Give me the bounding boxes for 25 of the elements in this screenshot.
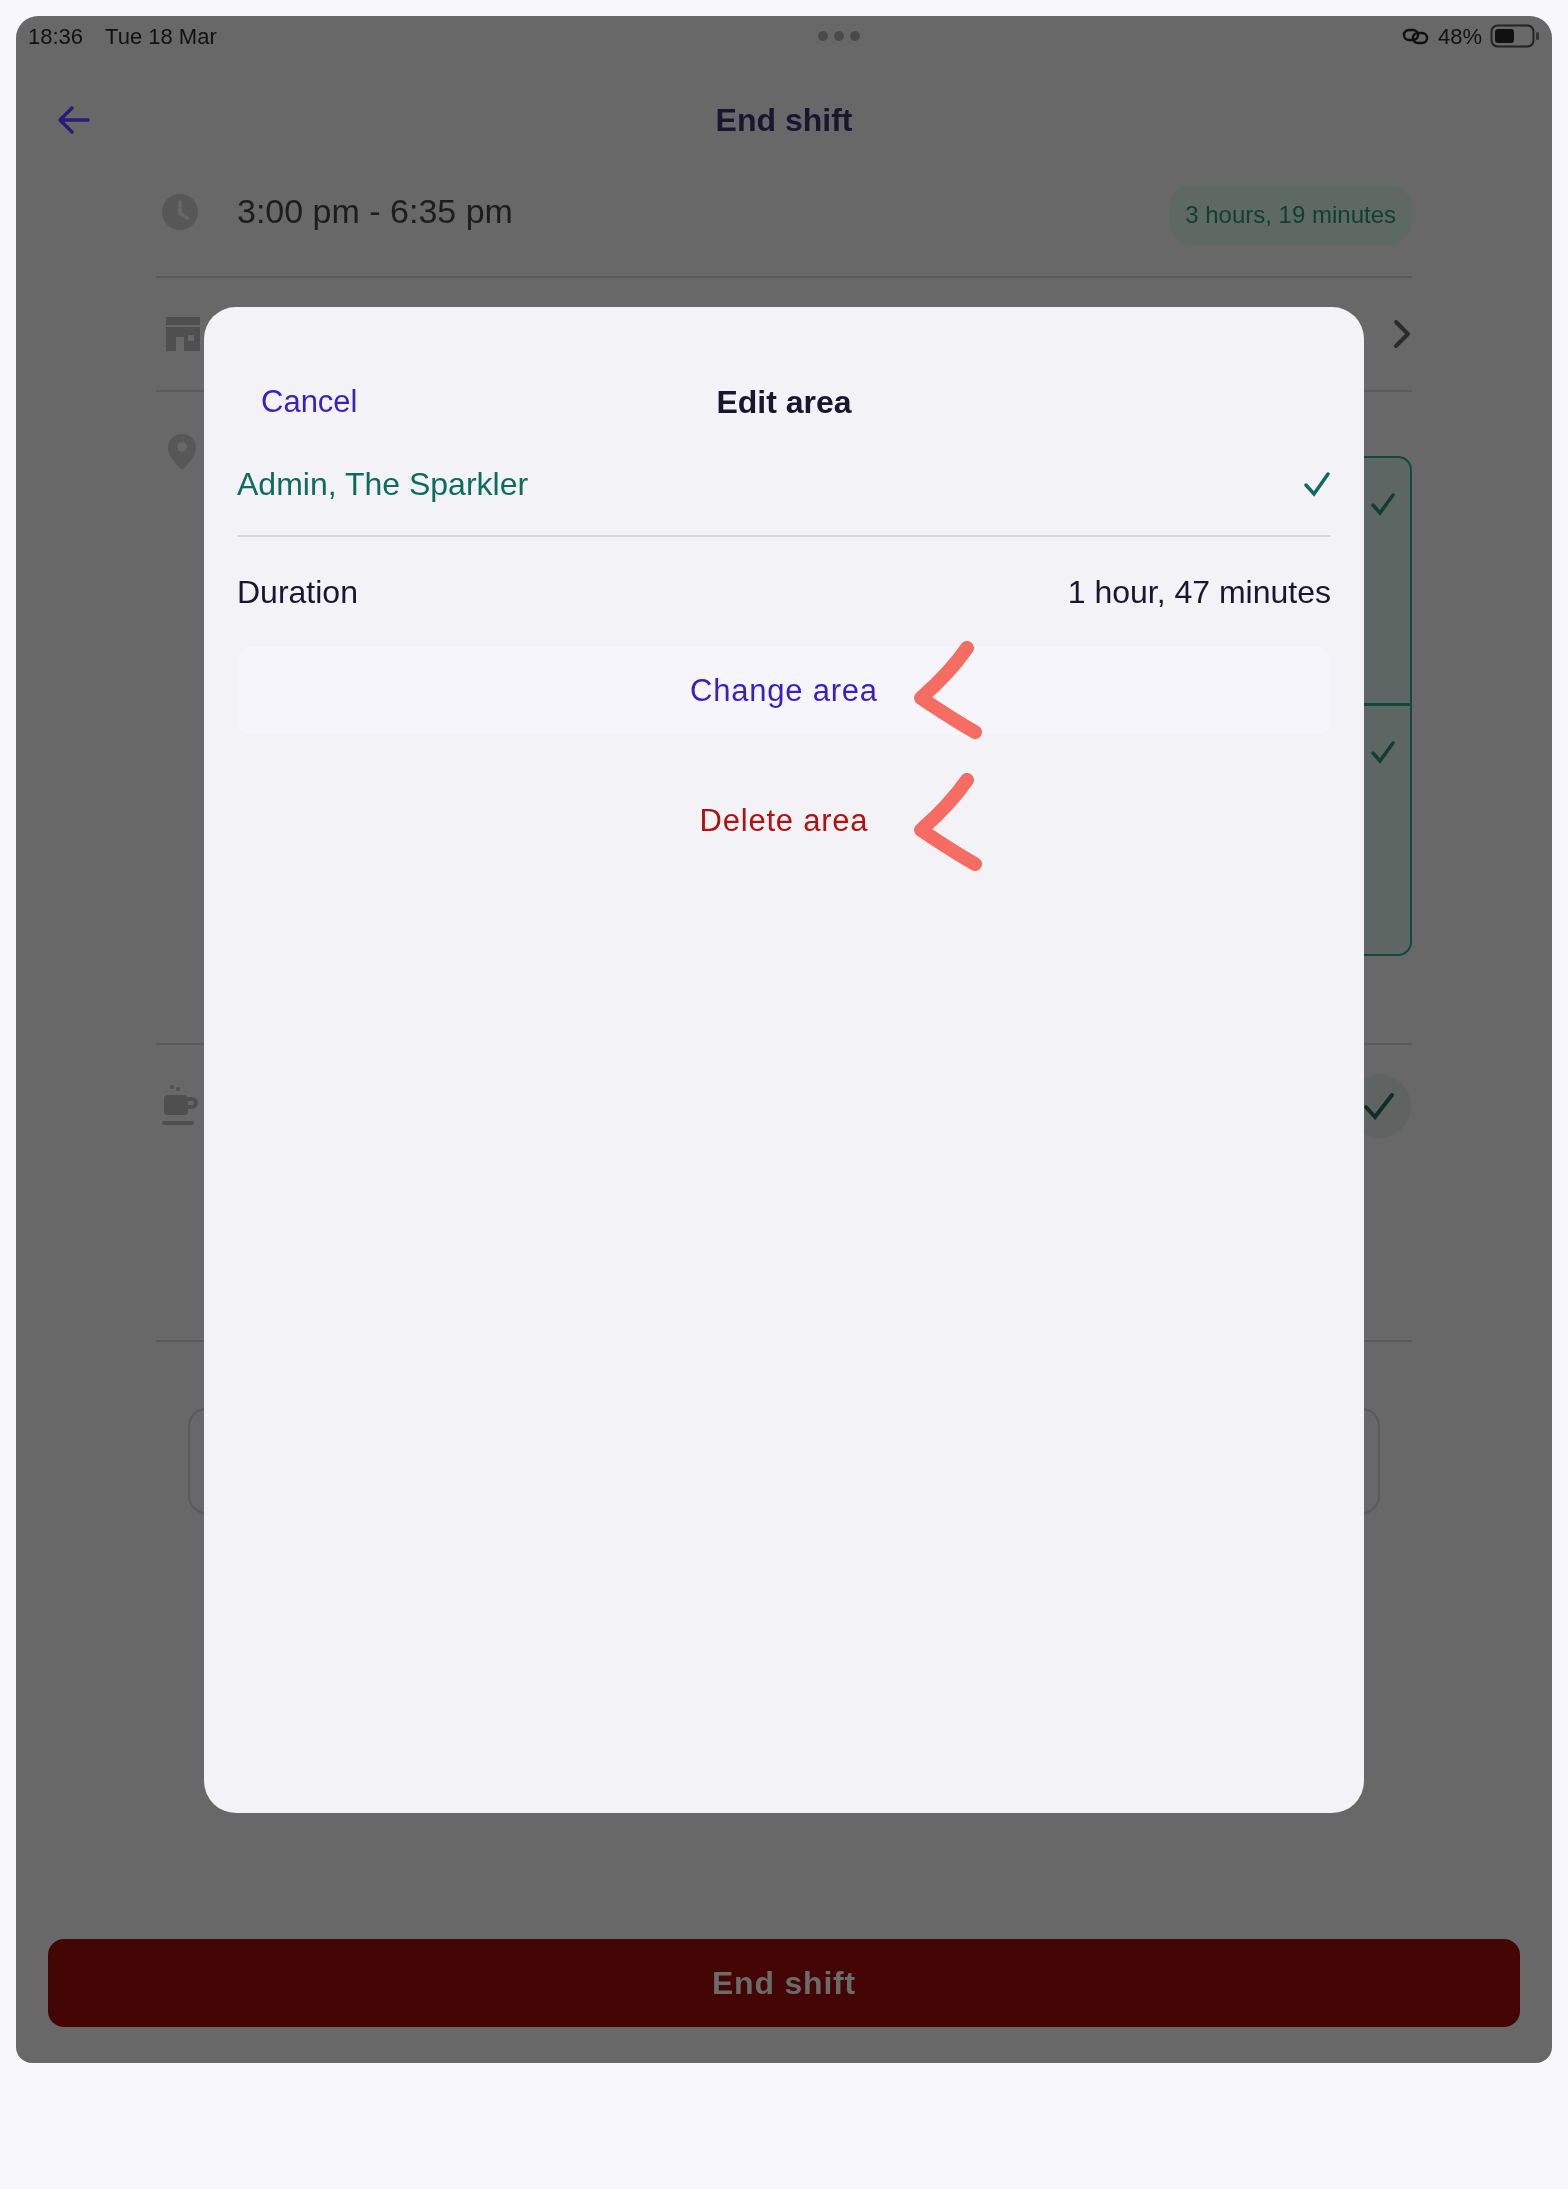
area-name: Admin, The Sparkler [237, 465, 529, 504]
checkmark-icon [1370, 492, 1396, 516]
more-dots-icon [817, 30, 862, 42]
change-area-button[interactable]: Change area [237, 647, 1331, 735]
link-icon [1401, 26, 1430, 46]
dialog-title: Edit area [716, 383, 852, 422]
battery-percent: 48% [1437, 22, 1482, 51]
page-title: End shift [715, 101, 853, 140]
shift-time-range: 3:00 pm - 6:35 pm [237, 191, 513, 232]
hand-drawn-chevron-icon [911, 772, 983, 872]
area-option[interactable]: Admin, The Sparkler [237, 433, 1331, 537]
status-date: Tue 18 Mar [105, 22, 217, 51]
duration-value: 1 hour, 47 minutes [1067, 573, 1331, 612]
hand-drawn-chevron-icon [911, 640, 983, 740]
checkmark-icon [1370, 740, 1396, 764]
duration-label: Duration [237, 573, 358, 612]
delete-area-button[interactable]: Delete area [237, 777, 1331, 865]
status-time: 18:36 [28, 22, 84, 51]
duration-badge: 3 hours, 19 minutes [1169, 185, 1412, 245]
chevron-right-icon [1392, 318, 1412, 350]
back-arrow-icon[interactable] [56, 105, 90, 135]
store-icon [164, 315, 202, 353]
coffee-cup-icon [160, 1083, 200, 1127]
battery-icon [1490, 24, 1540, 48]
cancel-button[interactable]: Cancel [261, 378, 358, 426]
